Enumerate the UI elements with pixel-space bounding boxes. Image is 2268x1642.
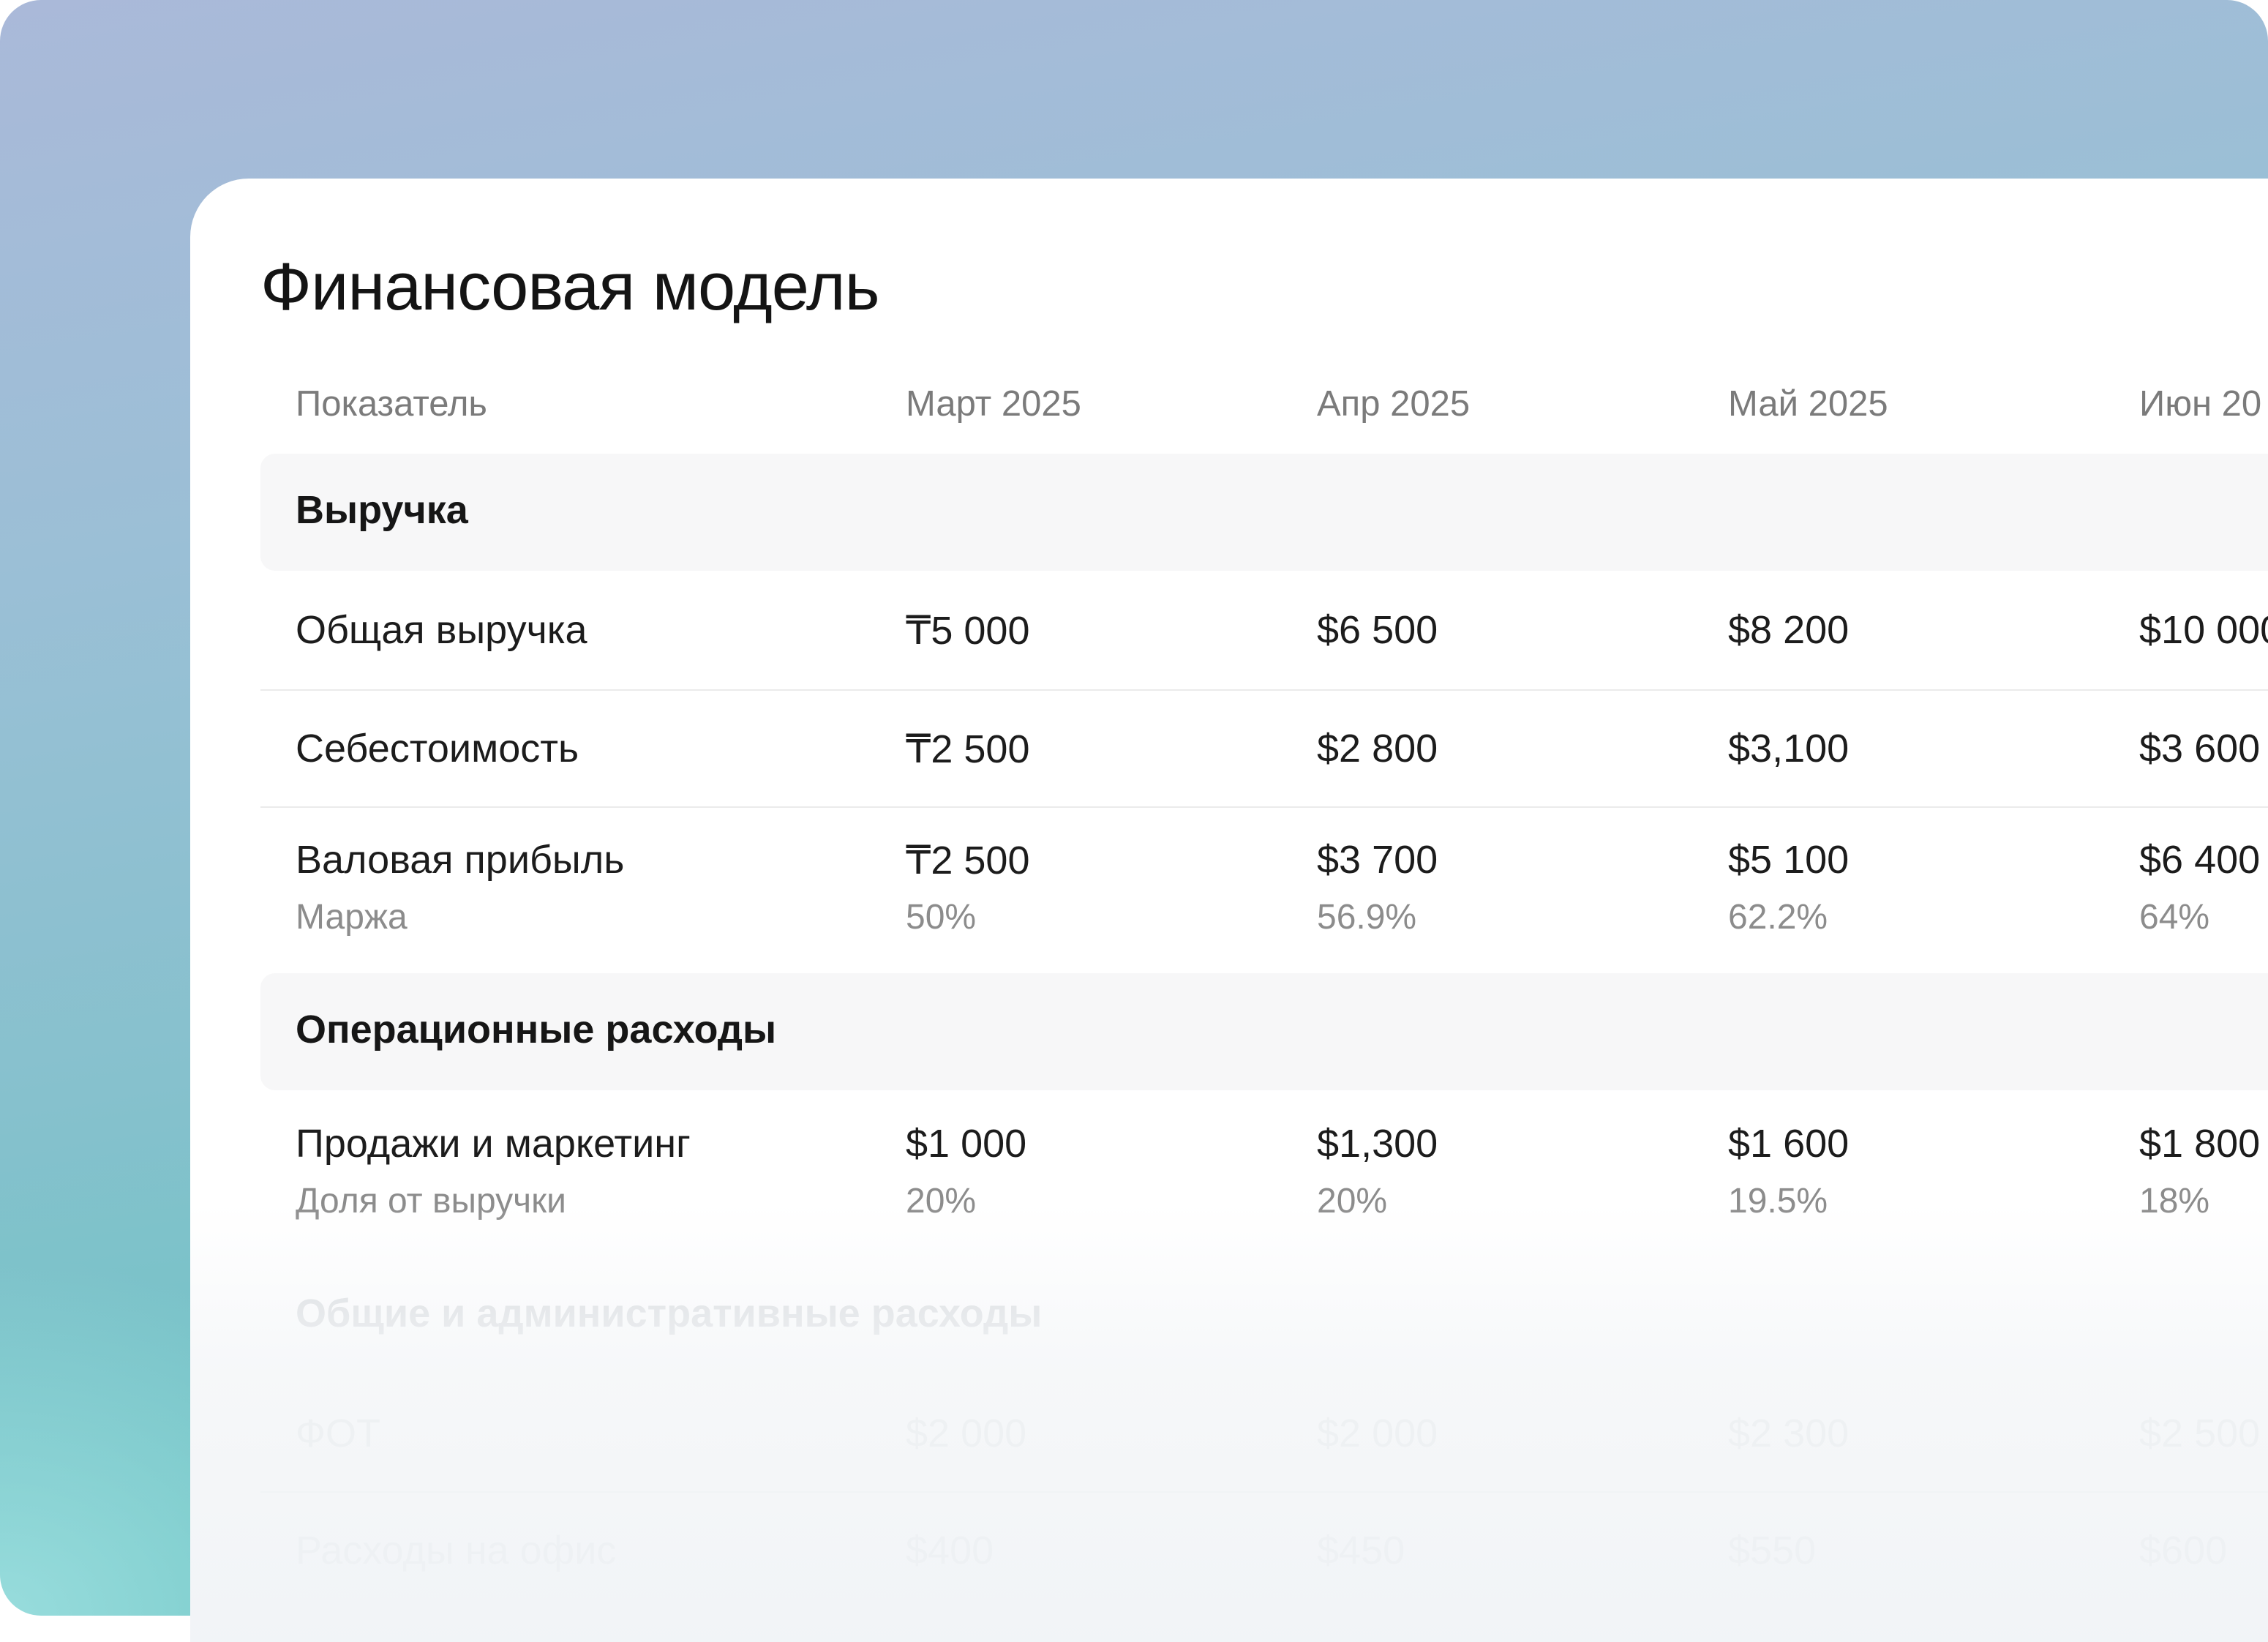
cell-subvalue: 20% xyxy=(1317,1182,1388,1221)
page-title: Финансовая модель xyxy=(260,250,879,324)
row-sublabel: Маржа xyxy=(296,898,408,937)
row-label: Продажи и маркетинг xyxy=(296,1122,691,1166)
section-row-general-admin-expenses: Общие и административные расходы xyxy=(260,1257,2268,1374)
column-header-jun-2025: Июн 20 xyxy=(2139,384,2262,424)
cell-value: $1 000 xyxy=(906,1122,1027,1166)
cell-subvalue: 56.9% xyxy=(1317,898,1417,937)
row-label: ФОТ xyxy=(296,1412,381,1455)
cell-value: $450 xyxy=(1317,1529,1405,1572)
section-label: Выручка xyxy=(296,488,468,532)
cell-value: $400 xyxy=(906,1529,994,1572)
cell-value: $550 xyxy=(1728,1529,1817,1572)
table-row: ФОТ $2 000 $2 000 $2 300 $2 500 xyxy=(260,1374,2268,1493)
row-label: Общая выручка xyxy=(296,608,587,652)
table-row: Продажи и маркетинг $1 000 $1,300 $1 600… xyxy=(260,1090,2268,1257)
cell-value: ₸2 500 xyxy=(906,727,1030,771)
cell-value: $3 700 xyxy=(1317,838,1438,882)
cell-value: $8 200 xyxy=(1728,608,1850,652)
cell-value: $2 300 xyxy=(1728,1412,1850,1455)
financial-model-card: Финансовая модель Показатель Март 2025 А… xyxy=(190,179,2268,1642)
table-row: Расходы на офис $400 $450 $550 $600 xyxy=(260,1491,2268,1608)
cell-subvalue: 62.2% xyxy=(1728,898,1828,937)
cell-subvalue: 18% xyxy=(2139,1182,2210,1221)
table-row: Себестоимость ₸2 500 $2 800 $3,100 $3 60… xyxy=(260,689,2268,808)
table-header: Показатель Март 2025 Апр 2025 Май 2025 И… xyxy=(260,369,2268,427)
row-label: Себестоимость xyxy=(296,727,579,771)
cell-value: $5 100 xyxy=(1728,838,1850,882)
cell-value: $2 500 xyxy=(2139,1412,2261,1455)
column-header-mar-2025: Март 2025 xyxy=(906,384,1081,424)
section-label: Общие и административные расходы xyxy=(296,1292,1043,1335)
section-row-revenue: Выручка xyxy=(260,454,2268,571)
cell-subvalue: 64% xyxy=(2139,898,2210,937)
cell-value: $2 000 xyxy=(1317,1412,1438,1455)
cell-value: $1 600 xyxy=(1728,1122,1850,1166)
cell-value: $1 800 xyxy=(2139,1122,2261,1166)
section-row-operating-expenses: Операционные расходы xyxy=(260,973,2268,1090)
cell-value: $2 800 xyxy=(1317,727,1438,771)
cell-value: $3,100 xyxy=(1728,727,1850,771)
cell-value: $3 600 xyxy=(2139,727,2261,771)
column-header-indicator: Показатель xyxy=(296,384,487,424)
table-row: Валовая прибыль ₸2 500 $3 700 $5 100 $6 … xyxy=(260,806,2268,973)
column-header-may-2025: Май 2025 xyxy=(1728,384,1888,424)
column-header-apr-2025: Апр 2025 xyxy=(1317,384,1471,424)
cell-value: $2 000 xyxy=(906,1412,1027,1455)
section-label: Операционные расходы xyxy=(296,1008,777,1051)
cell-value: ₸5 000 xyxy=(906,609,1030,653)
cell-value: $6 500 xyxy=(1317,608,1438,652)
cell-subvalue: 19.5% xyxy=(1728,1182,1828,1221)
cell-value: $1,300 xyxy=(1317,1122,1438,1166)
row-sublabel: Доля от выручки xyxy=(296,1182,566,1221)
cell-value: $600 xyxy=(2139,1529,2228,1572)
cell-subvalue: 50% xyxy=(906,898,977,937)
row-label: Валовая прибыль xyxy=(296,838,625,882)
row-label: Расходы на офис xyxy=(296,1529,617,1572)
table-row: Общая выручка ₸5 000 $6 500 $8 200 $10 0… xyxy=(260,571,2268,691)
cell-value: $6 400 xyxy=(2139,838,2261,882)
cell-subvalue: 20% xyxy=(906,1182,977,1221)
cell-value: $10 000 xyxy=(2139,608,2268,652)
cell-value: ₸2 500 xyxy=(906,839,1030,882)
